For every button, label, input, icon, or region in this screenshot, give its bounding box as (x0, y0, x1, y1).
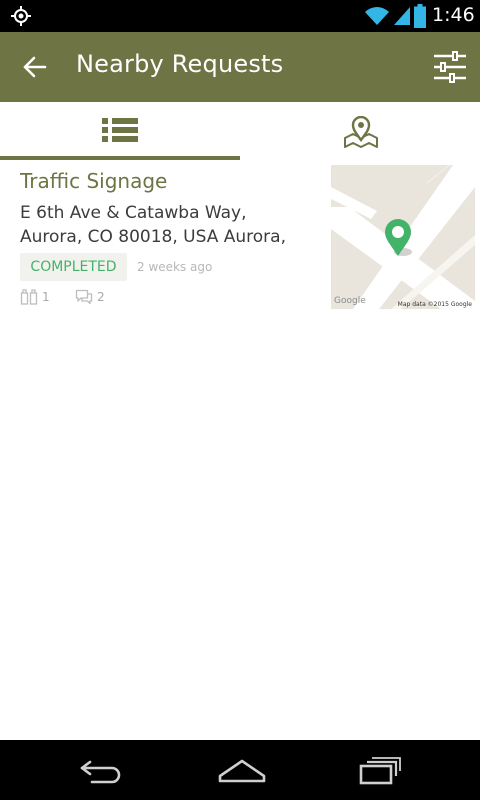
google-logo: Google (334, 296, 366, 306)
tab-map[interactable] (240, 102, 480, 160)
votes-count: 1 (20, 289, 60, 307)
home-nav-icon (218, 759, 266, 783)
view-tabs (0, 102, 480, 160)
address-line-2: Aurora, CO 80018, USA Aurora, (20, 227, 286, 247)
comments-icon (75, 289, 93, 305)
status-badge: COMPLETED (20, 253, 127, 281)
votes-value: 1 (42, 290, 50, 304)
address-line-1: E 6th Ave & Catawba Way, (20, 203, 247, 223)
votes-icon (20, 289, 38, 305)
comments-value: 2 (97, 290, 105, 304)
request-list-item[interactable]: Traffic Signage E 6th Ave & Catawba Way,… (0, 160, 480, 312)
map-attribution: Map data ©2015 Google (397, 301, 472, 308)
comments-count: 2 (75, 289, 115, 307)
status-bar: 1:46 (0, 0, 480, 32)
tab-list[interactable] (0, 102, 240, 160)
nav-recents-button[interactable] (340, 752, 420, 788)
page-title: Nearby Requests (76, 50, 284, 78)
map-thumbnail[interactable]: Google Map data ©2015 Google (331, 165, 475, 309)
clock-time: 1:46 (432, 4, 475, 26)
battery-icon (414, 4, 426, 28)
request-address: E 6th Ave & Catawba Way, Aurora, CO 8001… (20, 201, 320, 249)
back-arrow-icon[interactable] (20, 52, 50, 82)
request-time-ago: 2 weeks ago (137, 260, 213, 274)
wifi-icon (365, 7, 389, 25)
filter-sliders-icon[interactable] (430, 49, 470, 85)
signal-icon (394, 7, 410, 25)
map-marker-icon (385, 219, 412, 256)
map-pin-icon (344, 116, 378, 148)
back-nav-icon (80, 760, 121, 784)
system-nav-bar (0, 740, 480, 800)
list-icon (102, 118, 138, 142)
nav-home-button[interactable] (200, 752, 280, 788)
location-icon (11, 6, 31, 26)
request-title: Traffic Signage (20, 169, 168, 193)
nav-back-button[interactable] (60, 752, 140, 788)
recents-nav-icon (359, 757, 401, 785)
app-bar: Nearby Requests (0, 32, 480, 102)
